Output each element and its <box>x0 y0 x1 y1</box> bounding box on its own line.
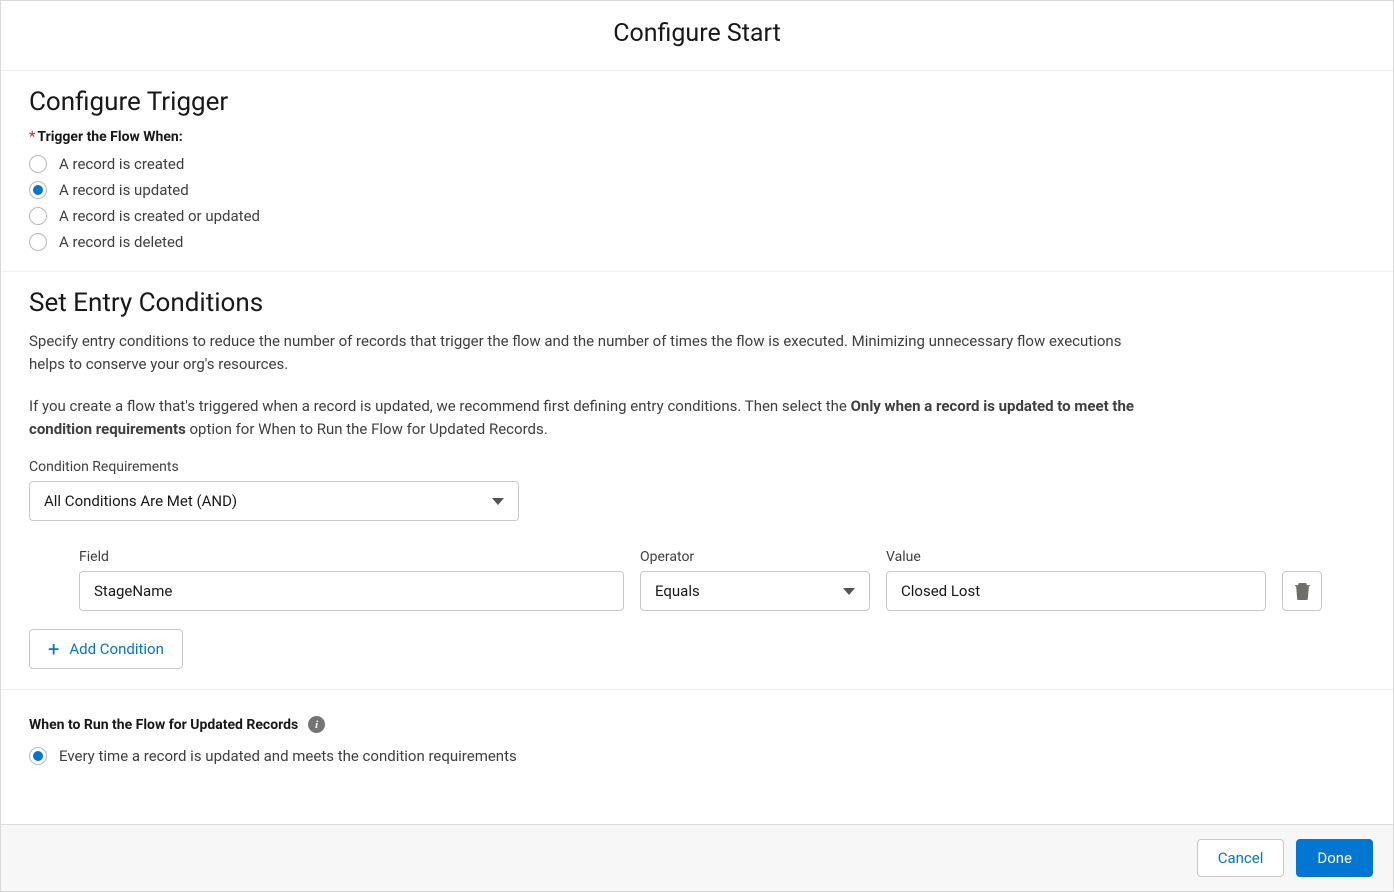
cancel-button[interactable]: Cancel <box>1197 839 1285 877</box>
radio-icon <box>29 207 47 225</box>
condition-requirements-label: Condition Requirements <box>29 459 1365 475</box>
radio-icon <box>29 155 47 173</box>
modal-header: Configure Start <box>1 1 1393 71</box>
select-value: All Conditions Are Met (AND) <box>44 492 237 510</box>
radio-label: Every time a record is updated and meets… <box>59 747 517 765</box>
condition-operator-column: Operator Equals <box>640 549 870 611</box>
chevron-down-icon <box>843 588 855 595</box>
required-asterisk: * <box>29 129 35 145</box>
chevron-down-icon <box>492 498 504 505</box>
when-to-run-heading: When to Run the Flow for Updated Records <box>29 717 298 733</box>
operator-value: Equals <box>655 582 700 600</box>
configure-trigger-heading: Configure Trigger <box>29 87 1365 117</box>
configure-trigger-section: Configure Trigger *Trigger the Flow When… <box>1 71 1393 271</box>
trigger-option-updated[interactable]: A record is updated <box>29 181 1365 199</box>
field-value: StageName <box>94 582 172 600</box>
modal-title: Configure Start <box>1 19 1393 48</box>
radio-label: A record is created <box>59 155 184 173</box>
add-condition-label: Add Condition <box>69 640 164 658</box>
trigger-option-created[interactable]: A record is created <box>29 155 1365 173</box>
info-icon[interactable]: i <box>308 716 325 733</box>
value-value: Closed Lost <box>901 582 980 600</box>
condition-field-column: Field StageName <box>79 549 624 611</box>
radio-icon <box>29 233 47 251</box>
operator-column-label: Operator <box>640 549 870 565</box>
when-to-run-radio-group: Every time a record is updated and meets… <box>29 747 1365 765</box>
when-to-run-section: When to Run the Flow for Updated Records… <box>1 689 1393 785</box>
radio-label: A record is created or updated <box>59 207 260 225</box>
trigger-option-created-or-updated[interactable]: A record is created or updated <box>29 207 1365 225</box>
delete-condition-button[interactable] <box>1282 571 1322 611</box>
condition-requirements-select[interactable]: All Conditions Are Met (AND) <box>29 481 519 521</box>
configure-start-modal: Configure Start Configure Trigger *Trigg… <box>0 0 1394 892</box>
done-button[interactable]: Done <box>1296 839 1373 877</box>
condition-row: Field StageName Operator Equals Value Cl <box>29 549 1365 611</box>
plus-icon: + <box>48 639 59 659</box>
modal-footer: Cancel Done <box>1 824 1393 891</box>
trash-icon <box>1295 583 1310 600</box>
trigger-when-radio-group: A record is created A record is updated … <box>29 155 1365 251</box>
entry-help-text-2: If you create a flow that's triggered wh… <box>29 395 1149 442</box>
add-condition-button[interactable]: + Add Condition <box>29 629 183 669</box>
trigger-option-deleted[interactable]: A record is deleted <box>29 233 1365 251</box>
condition-operator-select[interactable]: Equals <box>640 571 870 611</box>
radio-label: A record is deleted <box>59 233 183 251</box>
entry-conditions-heading: Set Entry Conditions <box>29 288 1365 318</box>
trigger-when-label: *Trigger the Flow When: <box>29 129 1365 145</box>
when-option-every-time[interactable]: Every time a record is updated and meets… <box>29 747 1365 765</box>
modal-body-scroll[interactable]: Configure Trigger *Trigger the Flow When… <box>1 71 1393 824</box>
field-column-label: Field <box>79 549 624 565</box>
entry-conditions-section: Set Entry Conditions Specify entry condi… <box>1 271 1393 689</box>
radio-icon <box>29 181 47 199</box>
radio-icon <box>29 747 47 765</box>
condition-value-input[interactable]: Closed Lost <box>886 571 1266 611</box>
value-column-label: Value <box>886 549 1266 565</box>
radio-label: A record is updated <box>59 181 189 199</box>
condition-value-column: Value Closed Lost <box>886 549 1266 611</box>
entry-help-text-1: Specify entry conditions to reduce the n… <box>29 330 1149 377</box>
when-to-run-header: When to Run the Flow for Updated Records… <box>29 716 1365 733</box>
condition-field-input[interactable]: StageName <box>79 571 624 611</box>
